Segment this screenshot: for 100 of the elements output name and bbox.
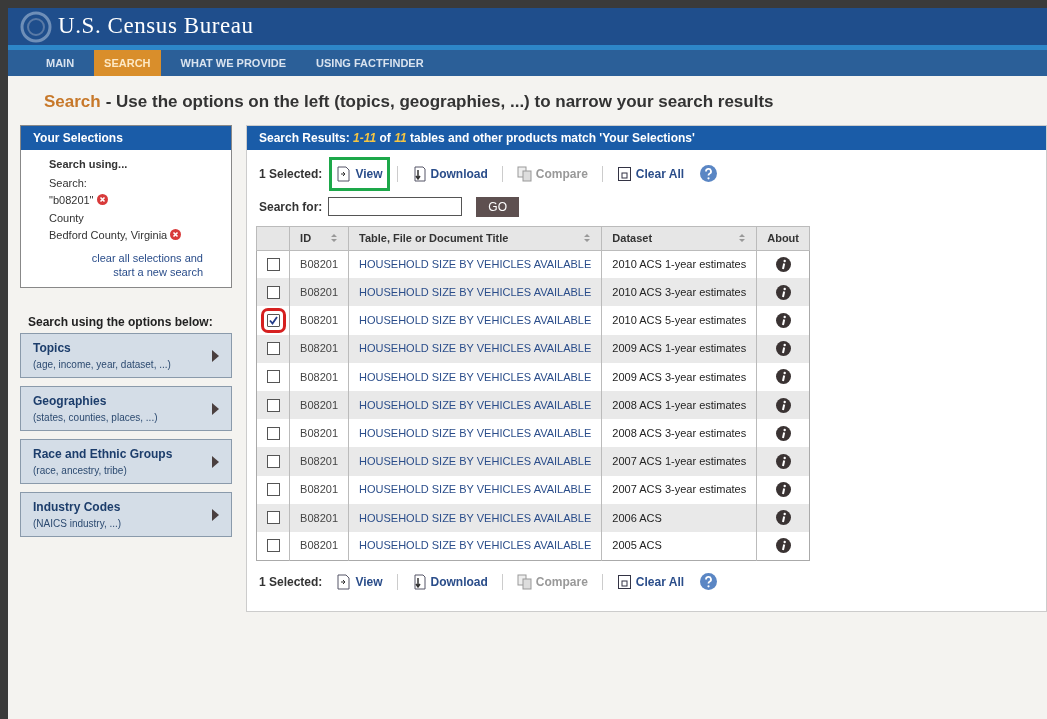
dataset-cell: 2009 ACS 3-year estimates	[601, 362, 757, 391]
row-checkbox[interactable]	[266, 285, 280, 299]
table-title-link[interactable]: HOUSEHOLD SIZE BY VEHICLES AVAILABLE	[359, 286, 592, 299]
selection-label: County	[49, 211, 85, 226]
table-title-link[interactable]: HOUSEHOLD SIZE BY VEHICLES AVAILABLE	[359, 398, 592, 411]
info-icon[interactable]	[775, 341, 791, 357]
clear-selections-link[interactable]: clear all selections and start a new search	[83, 251, 203, 279]
table-row[interactable]: B08201 HOUSEHOLD SIZE BY VEHICLES AVAILABLE 2009 ACS 3-year estimates	[256, 362, 810, 391]
nav-tab[interactable]: MAIN	[36, 50, 85, 76]
column-header[interactable]: ID	[300, 229, 312, 247]
info-icon[interactable]	[775, 256, 791, 272]
download-button[interactable]: Download	[407, 159, 492, 188]
go-button[interactable]: GO	[476, 196, 520, 217]
row-checkbox[interactable]	[266, 511, 280, 525]
table-row[interactable]: B08201 HOUSEHOLD SIZE BY VEHICLES AVAILABLE 2008 ACS 3-year estimates	[256, 419, 810, 448]
nav-tab[interactable]: WHAT WE PROVIDE	[170, 50, 297, 76]
dataset-cell: 2007 ACS 3-year estimates	[601, 475, 757, 504]
document-download-icon	[411, 165, 427, 182]
row-checkbox[interactable]	[266, 398, 280, 412]
option-hint: (NAICS industry, ...)	[33, 517, 122, 531]
expand-arrow-icon	[212, 349, 219, 362]
table-title-link[interactable]: HOUSEHOLD SIZE BY VEHICLES AVAILABLE	[359, 342, 592, 355]
info-icon[interactable]	[775, 510, 791, 526]
help-icon[interactable]	[700, 165, 718, 182]
selection-value: Bedford County, Virginia	[49, 227, 168, 243]
row-checkbox[interactable]	[266, 426, 280, 440]
table-row[interactable]: B08201 HOUSEHOLD SIZE BY VEHICLES AVAILABLE 2007 ACS 3-year estimates	[256, 475, 810, 504]
selected-count: 1 Selected:	[259, 165, 323, 183]
table-title-link[interactable]: HOUSEHOLD SIZE BY VEHICLES AVAILABLE	[359, 370, 592, 383]
options-heading: Search using the options below:	[27, 314, 214, 331]
search-field[interactable]	[328, 197, 463, 216]
document-download-icon	[411, 573, 427, 590]
option-title: Topics	[33, 340, 72, 357]
row-checkbox[interactable]	[266, 342, 280, 356]
download-button[interactable]: Download	[407, 567, 492, 596]
square-icon	[616, 573, 632, 590]
table-id-cell: B08201	[289, 475, 349, 504]
info-icon[interactable]	[775, 425, 791, 441]
dataset-cell: 2007 ACS 1-year estimates	[601, 447, 757, 476]
document-arrow-icon	[336, 165, 352, 182]
table-title-link[interactable]: HOUSEHOLD SIZE BY VEHICLES AVAILABLE	[359, 455, 592, 468]
option-title: Race and Ethnic Groups	[33, 446, 173, 463]
table-title-link[interactable]: HOUSEHOLD SIZE BY VEHICLES AVAILABLE	[359, 511, 592, 524]
nav-tab[interactable]: USING FACTFINDER	[306, 50, 434, 76]
clear-button[interactable]: Clear All	[612, 567, 689, 596]
table-row[interactable]: B08201 HOUSEHOLD SIZE BY VEHICLES AVAILABLE 2006 ACS	[256, 503, 810, 532]
clear-button[interactable]: Clear All	[612, 159, 689, 188]
row-checkbox[interactable]	[266, 454, 280, 468]
expand-arrow-icon	[212, 402, 219, 415]
selected-count: 1 Selected:	[259, 573, 323, 591]
view-button[interactable]: View	[332, 567, 387, 596]
dataset-cell: 2005 ACS	[601, 531, 757, 561]
info-icon[interactable]	[775, 538, 791, 554]
documents-icon	[516, 165, 532, 182]
square-icon	[616, 165, 632, 182]
row-checkbox[interactable]	[266, 483, 280, 497]
table-title-link[interactable]: HOUSEHOLD SIZE BY VEHICLES AVAILABLE	[359, 426, 592, 439]
table-title-link[interactable]: HOUSEHOLD SIZE BY VEHICLES AVAILABLE	[359, 539, 592, 552]
info-icon[interactable]	[775, 284, 791, 300]
table-row[interactable]: B08201 HOUSEHOLD SIZE BY VEHICLES AVAILABLE 2010 ACS 3-year estimates	[256, 278, 810, 307]
table-row[interactable]: B08201 HOUSEHOLD SIZE BY VEHICLES AVAILABLE 2009 ACS 1-year estimates	[256, 334, 810, 363]
selection-value: "b08201"	[49, 192, 94, 208]
table-row[interactable]: B08201 HOUSEHOLD SIZE BY VEHICLES AVAILABLE 2007 ACS 1-year estimates	[256, 447, 810, 476]
info-icon[interactable]	[775, 397, 791, 413]
table-id-cell: B08201	[289, 447, 349, 476]
search-label: Search for:	[259, 198, 323, 216]
table-title-link[interactable]: HOUSEHOLD SIZE BY VEHICLES AVAILABLE	[359, 314, 592, 327]
row-checkbox[interactable]	[266, 539, 280, 553]
table-title-link[interactable]: HOUSEHOLD SIZE BY VEHICLES AVAILABLE	[359, 258, 592, 271]
column-header[interactable]: Dataset	[612, 229, 653, 247]
info-icon[interactable]	[775, 369, 791, 385]
page-heading: - Use the options on the left (topics, geographies, ...) to narrow your search results	[105, 91, 774, 113]
seal-logo	[20, 10, 52, 43]
site-title: U.S. Census Bureau	[58, 12, 254, 41]
filter-option[interactable]: Topics (age, income, year, dataset, ...)	[20, 333, 232, 378]
filter-option[interactable]: Race and Ethnic Groups (race, ancestry, tribe)	[20, 439, 232, 484]
info-icon[interactable]	[775, 453, 791, 469]
filter-option[interactable]: Geographies (states, counties, places, ...)	[20, 386, 232, 431]
table-title-link[interactable]: HOUSEHOLD SIZE BY VEHICLES AVAILABLE	[359, 483, 592, 496]
table-row[interactable]: B08201 HOUSEHOLD SIZE BY VEHICLES AVAILABLE 2010 ACS 5-year estimates	[256, 306, 810, 335]
document-arrow-icon	[336, 573, 352, 590]
dataset-cell: 2010 ACS 5-year estimates	[601, 306, 757, 335]
panel-title: Your Selections	[21, 125, 231, 150]
table-row[interactable]: B08201 HOUSEHOLD SIZE BY VEHICLES AVAILABLE 2010 ACS 1-year estimates	[256, 250, 810, 279]
info-icon[interactable]	[775, 312, 791, 328]
option-hint: (states, counties, places, ...)	[33, 411, 158, 425]
remove-icon[interactable]	[170, 229, 182, 241]
table-row[interactable]: B08201 HOUSEHOLD SIZE BY VEHICLES AVAILABLE 2008 ACS 1-year estimates	[256, 390, 810, 420]
table-id-cell: B08201	[289, 306, 349, 335]
table-id-cell: B08201	[289, 362, 349, 391]
info-icon[interactable]	[775, 482, 791, 498]
row-checkbox[interactable]	[266, 370, 280, 384]
option-hint: (age, income, year, dataset, ...)	[33, 358, 171, 372]
dataset-cell: 2009 ACS 1-year estimates	[601, 334, 757, 363]
table-row[interactable]: B08201 HOUSEHOLD SIZE BY VEHICLES AVAILABLE 2005 ACS	[256, 531, 810, 561]
help-icon[interactable]	[700, 573, 718, 591]
view-button[interactable]: View	[332, 159, 387, 188]
filter-option[interactable]: Industry Codes (NAICS industry, ...)	[20, 492, 232, 537]
row-checkbox[interactable]	[266, 257, 280, 271]
remove-icon[interactable]	[96, 194, 108, 206]
